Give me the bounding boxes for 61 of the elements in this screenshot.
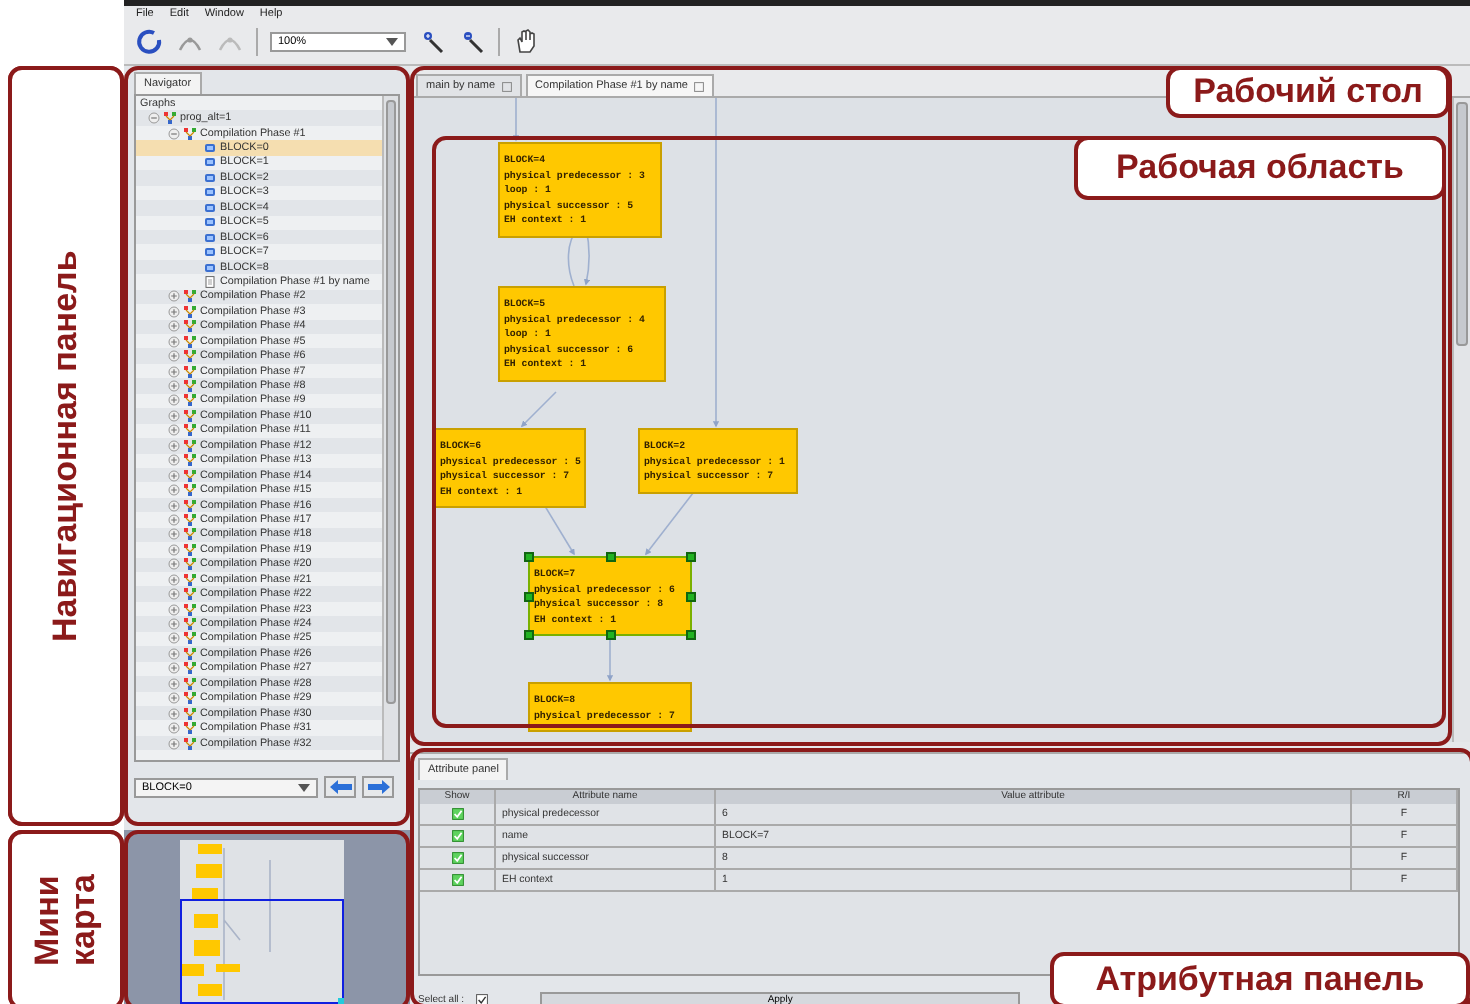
close-icon[interactable]: [693, 81, 704, 91]
expand-icon[interactable]: [168, 469, 180, 482]
checkbox[interactable]: [451, 830, 463, 842]
expand-icon[interactable]: [168, 558, 180, 571]
minimap-drawing[interactable]: [180, 840, 344, 1004]
caret-icon[interactable]: [298, 783, 310, 791]
expand-icon[interactable]: [168, 320, 180, 333]
checkbox[interactable]: [451, 874, 463, 886]
expand-icon[interactable]: [168, 454, 180, 467]
document-icon: [204, 275, 216, 288]
collapse-icon[interactable]: [168, 127, 180, 140]
expand-icon[interactable]: [168, 484, 180, 497]
expand-icon[interactable]: [168, 290, 180, 303]
zoom-in-icon[interactable]: [418, 28, 446, 56]
expand-icon[interactable]: [168, 528, 180, 541]
expand-icon[interactable]: [168, 632, 180, 645]
annotation-label: Мини карта: [8, 830, 124, 1004]
expand-icon[interactable]: [168, 513, 180, 526]
scrollbar[interactable]: [1452, 98, 1470, 742]
expand-icon[interactable]: [168, 647, 180, 660]
expand-icon[interactable]: [168, 618, 180, 631]
caret-icon[interactable]: [386, 38, 398, 46]
checkbox[interactable]: [476, 994, 489, 1004]
checkbox[interactable]: [451, 808, 463, 820]
annotation-label: Рабочая область: [1074, 136, 1446, 200]
back-button[interactable]: [324, 776, 356, 798]
expand-icon[interactable]: [168, 305, 180, 318]
scrollbar[interactable]: [382, 96, 398, 760]
expand-icon[interactable]: [168, 677, 180, 690]
annotation-label: Атрибутная панель: [1050, 952, 1470, 1004]
hand-icon[interactable]: [512, 28, 540, 56]
expand-icon[interactable]: [168, 662, 180, 675]
expand-icon[interactable]: [168, 707, 180, 720]
expand-icon[interactable]: [168, 350, 180, 363]
close-icon[interactable]: [501, 81, 512, 91]
expand-icon[interactable]: [168, 573, 180, 586]
zoom-out-icon[interactable]: [458, 28, 486, 56]
expand-icon[interactable]: [168, 692, 180, 705]
edge-arrow: [520, 391, 557, 428]
forward-button[interactable]: [362, 776, 394, 798]
expand-icon[interactable]: [168, 543, 180, 556]
expand-icon[interactable]: [168, 722, 180, 735]
expand-icon[interactable]: [168, 394, 180, 407]
expand-icon[interactable]: [168, 439, 180, 452]
expand-icon[interactable]: [168, 603, 180, 616]
expand-icon[interactable]: [168, 737, 180, 750]
annotation-label: Навигационная панель: [8, 66, 124, 826]
graph-icon: [164, 112, 176, 125]
checkbox[interactable]: [451, 852, 463, 864]
refresh-icon[interactable]: [136, 28, 164, 56]
expand-icon[interactable]: [168, 409, 180, 422]
expand-icon[interactable]: [168, 365, 180, 378]
expand-icon[interactable]: [168, 588, 180, 601]
annotation-label: Рабочий стол: [1166, 66, 1450, 118]
expand-icon[interactable]: [168, 380, 180, 393]
expand-icon[interactable]: [168, 424, 180, 437]
expand-icon[interactable]: [168, 499, 180, 512]
collapse-icon[interactable]: [148, 112, 160, 125]
expand-icon[interactable]: [168, 335, 180, 348]
edge-arrow: [512, 98, 520, 142]
graph-icon: [184, 127, 196, 140]
